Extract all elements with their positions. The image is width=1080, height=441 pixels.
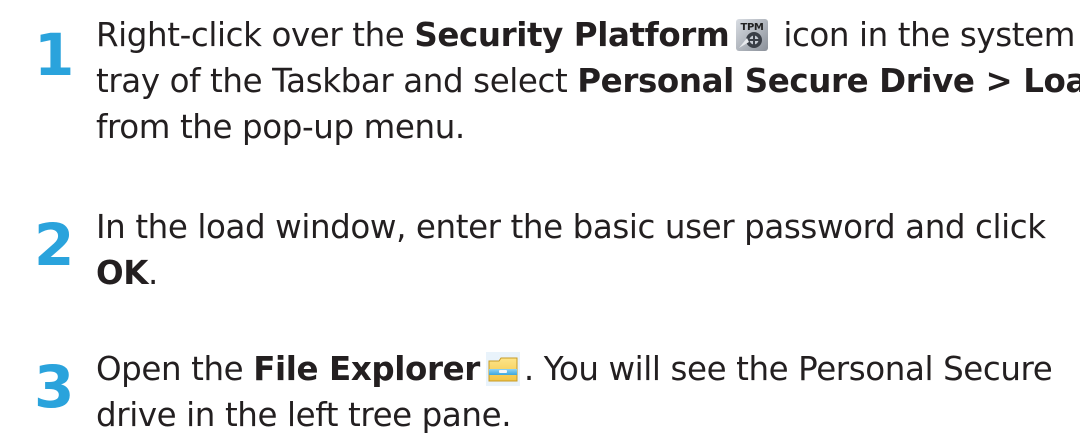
step-number-3: 3 bbox=[34, 353, 75, 421]
file-explorer-label: File Explorer bbox=[253, 350, 480, 388]
step-2-text: In the load window, enter the basic user… bbox=[96, 204, 1074, 296]
security-platform-label: Security Platform bbox=[414, 16, 730, 54]
personal-secure-drive-load-label: Personal Secure Drive > Load bbox=[577, 62, 1080, 100]
step-number-1: 1 bbox=[34, 21, 75, 89]
step-3-text: Open the File Explorer . You will see th… bbox=[96, 346, 1074, 438]
tpm-security-platform-icon: TPM bbox=[735, 18, 769, 52]
step-1-text: Right-click over the Security Platform T… bbox=[96, 12, 1080, 150]
file-explorer-folder-icon bbox=[485, 352, 520, 386]
step-1-line-2: tray of the Taskbar and select Personal … bbox=[96, 58, 1080, 104]
step-2-line-1: In the load window, enter the basic user… bbox=[96, 208, 1046, 246]
step-1-line-1: Right-click over the Security Platform T… bbox=[96, 16, 1075, 54]
svg-text:TPM: TPM bbox=[741, 22, 764, 33]
step-2-line-2: OK. bbox=[96, 254, 158, 292]
step-3-line-2: drive in the left tree pane. bbox=[96, 396, 512, 434]
ok-label: OK bbox=[96, 254, 149, 292]
step-number-2: 2 bbox=[34, 211, 75, 279]
step-3-line-1: Open the File Explorer . You will see th… bbox=[96, 350, 1053, 388]
step-1-line-3: from the pop-up menu. bbox=[96, 108, 465, 146]
